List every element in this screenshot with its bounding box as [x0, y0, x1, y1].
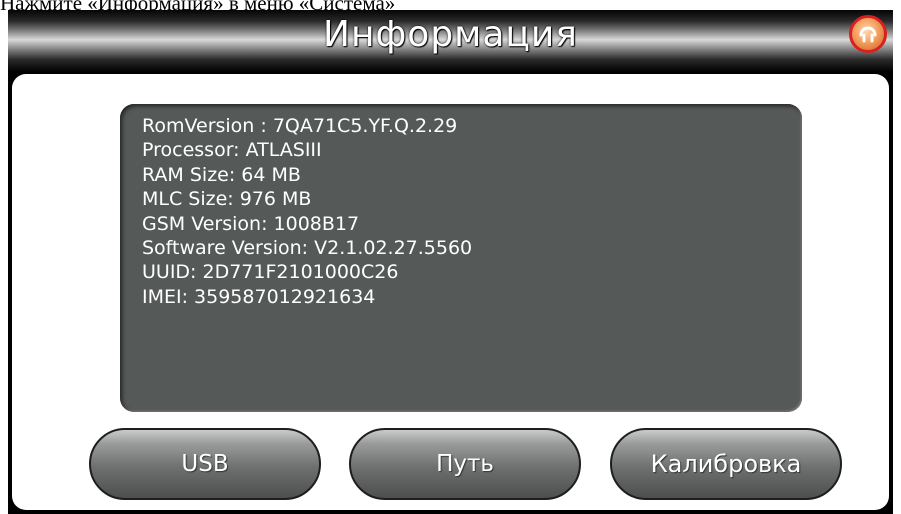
- usb-button[interactable]: USB: [89, 428, 321, 500]
- path-button[interactable]: Путь: [349, 428, 581, 500]
- mlc-size-line: MLC Size: 976 MB: [142, 188, 312, 211]
- info-box: RomVersion : 7QA71C5.YF.Q.2.29 Processor…: [120, 104, 802, 412]
- software-version-line: Software Version: V2.1.02.27.5560: [142, 237, 473, 260]
- content-panel: RomVersion : 7QA71C5.YF.Q.2.29 Processor…: [12, 74, 889, 510]
- home-button[interactable]: [849, 15, 887, 53]
- home-icon: [859, 26, 877, 43]
- page-title: Информация: [323, 14, 578, 55]
- ram-size-line: RAM Size: 64 MB: [142, 163, 301, 186]
- processor-line: Processor: ATLASIII: [142, 139, 322, 162]
- uuid-line: UUID: 2D771F2101000C26: [142, 261, 399, 284]
- title-bar: Информация: [8, 10, 893, 72]
- rom-version-line: RomVersion : 7QA71C5.YF.Q.2.29: [142, 115, 458, 137]
- calibration-button[interactable]: Калибровка: [610, 428, 842, 500]
- gsm-version-line: GSM Version: 1008B17: [142, 212, 360, 235]
- imei-line: IMEI: 359587012921634: [142, 285, 376, 308]
- device-screen: Информация RomVersion : 7QA71C5.YF.Q.2.2…: [8, 10, 893, 514]
